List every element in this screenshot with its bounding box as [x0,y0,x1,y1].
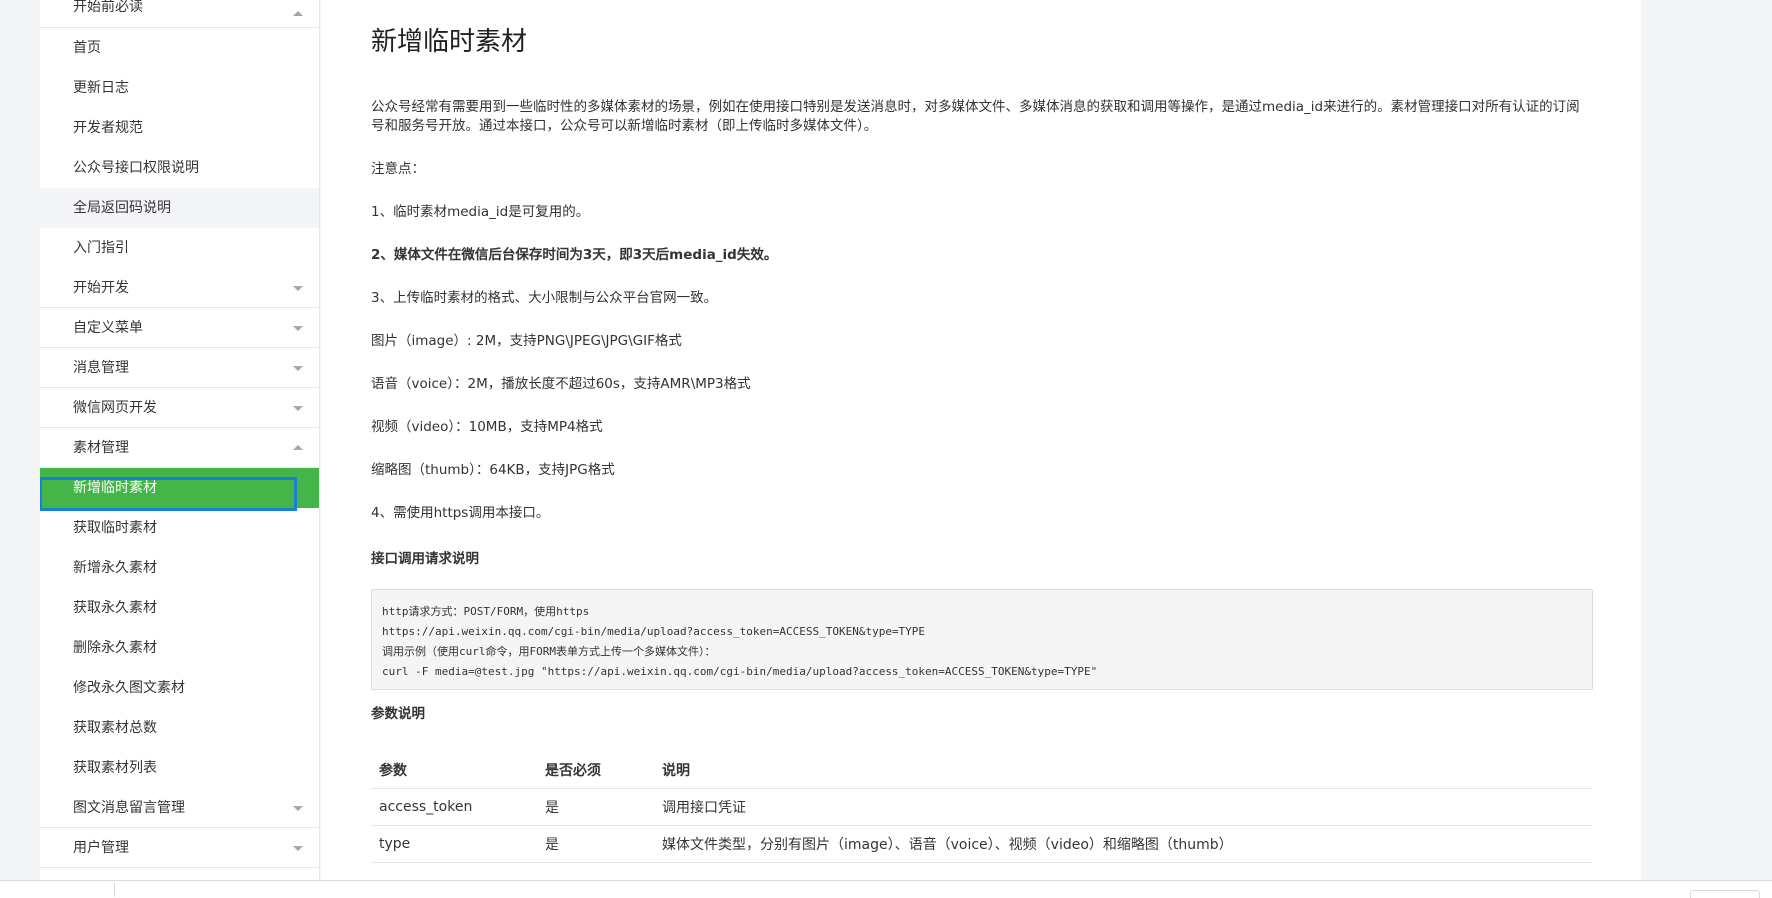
page-title: 新增临时素材 [371,27,528,57]
table-header-row: 参数 是否必须 说明 [371,752,1593,789]
chevron-down-icon [293,405,303,411]
chevron-down-icon [293,285,303,291]
chevron-down-icon [293,805,303,811]
sidebar-item-label: 删除永久素材 [73,640,157,656]
note-3: 3、上传临时素材的格式、大小限制与公众平台官网一致。 [371,290,718,306]
sidebar-item-label: 微信网页开发 [73,400,157,416]
note-1: 1、临时素材media_id是可复用的。 [371,204,590,220]
sidebar-group-start-dev[interactable]: 开始开发 [40,268,319,308]
sidebar-nav: 开始前必读 首页 更新日志 开发者规范 公众号接口权限说明 全局返回码说明 入门… [40,0,320,880]
sidebar-item-permissions[interactable]: 公众号接口权限说明 [40,148,319,188]
sidebar-item-changelog[interactable]: 更新日志 [40,68,319,108]
table-row: type 是 媒体文件类型，分别有图片（image）、语音（voice）、视频（… [371,825,1593,863]
note-2: 2、媒体文件在微信后台保存时间为3天，即3天后media_id失效。 [371,247,778,263]
sidebar-item-label: 入门指引 [73,240,129,256]
code-line: 调用示例（使用curl命令，用FORM表单方式上传一个多媒体文件）： [382,645,716,658]
code-line: http请求方式：POST/FORM，使用https [382,605,590,618]
sidebar-item-label: 更新日志 [73,80,129,96]
code-line: https://api.weixin.qq.com/cgi-bin/media/… [382,625,926,638]
format-video: 视频（video）：10MB，支持MP4格式 [371,419,603,435]
bottom-bar-button[interactable] [1690,890,1760,898]
sidebar-item-label: 获取素材总数 [73,720,157,736]
format-thumb: 缩略图（thumb）：64KB，支持JPG格式 [371,462,615,478]
sidebar-item-media-list[interactable]: 获取素材列表 [40,748,319,788]
sidebar-item-label: 公众号接口权限说明 [73,160,199,176]
sidebar-item-label: 修改永久图文素材 [73,680,185,696]
chevron-up-icon [293,10,303,16]
table-row: access_token 是 调用接口凭证 [371,788,1593,826]
table-cell: 调用接口凭证 [654,788,1593,826]
sidebar-item-label: 开发者规范 [73,120,143,136]
intro-paragraph: 公众号经常有需要用到一些临时性的多媒体素材的场景，例如在使用接口特别是发送消息时… [371,99,1580,134]
sidebar-item-edit-news-media[interactable]: 修改永久图文素材 [40,668,319,708]
chevron-down-icon [293,365,303,371]
sidebar-group-comments[interactable]: 图文消息留言管理 [40,788,319,828]
sidebar-item-add-perm-media[interactable]: 新增永久素材 [40,548,319,588]
params-table: 参数 是否必须 说明 access_token 是 调用接口凭证 type 是 … [371,752,1593,863]
table-cell: 媒体文件类型，分别有图片（image）、语音（voice）、视频（video）和… [654,825,1593,863]
table-cell: 是 [537,788,654,826]
sidebar-item-label: 用户管理 [73,840,129,856]
sidebar-group-custom-menu[interactable]: 自定义菜单 [40,308,319,348]
sidebar-item-label: 开始前必读 [73,0,143,15]
sidebar-item-label: 全局返回码说明 [73,200,171,216]
table-header-cell: 参数 [371,752,537,789]
sidebar-item-get-perm-media[interactable]: 获取永久素材 [40,588,319,628]
bottom-bar-divider [114,883,115,897]
sidebar-item-label: 消息管理 [73,360,129,376]
table-header-cell: 是否必须 [537,752,654,789]
sidebar-item-label: 新增永久素材 [73,560,157,576]
sidebar-item-label: 获取永久素材 [73,600,157,616]
sidebar-group-web-dev[interactable]: 微信网页开发 [40,388,319,428]
sidebar-group-message[interactable]: 消息管理 [40,348,319,388]
chevron-down-icon [293,325,303,331]
sidebar-item-delete-perm-media[interactable]: 删除永久素材 [40,628,319,668]
sidebar-item-add-temp-media[interactable]: 新增临时素材 [40,468,319,511]
table-header-cell: 说明 [654,752,1593,789]
sidebar-item-label: 自定义菜单 [73,320,143,336]
chevron-down-icon [293,845,303,851]
sidebar-item-media-count[interactable]: 获取素材总数 [40,708,319,748]
sidebar-item-label: 新增临时素材 [73,480,157,496]
table-cell: type [371,825,537,863]
table-cell: 是 [537,825,654,863]
request-code-block: http请求方式：POST/FORM，使用https https://api.w… [371,589,1593,690]
sidebar-item-label: 图文消息留言管理 [73,800,185,816]
sidebar-group-media[interactable]: 素材管理 [40,428,319,468]
chevron-up-icon [293,444,303,450]
doc-content: 新增临时素材 公众号经常有需要用到一些临时性的多媒体素材的场景，例如在使用接口特… [321,0,1641,880]
request-section-title: 接口调用请求说明 [371,551,479,567]
format-image: 图片（image）: 2M，支持PNG\JPEG\JPG\GIF格式 [371,333,682,349]
page-frame: 开始前必读 首页 更新日志 开发者规范 公众号接口权限说明 全局返回码说明 入门… [0,0,1772,898]
bottom-bar [0,880,1772,898]
code-line: curl -F media=@test.jpg "https://api.wei… [382,665,1098,678]
sidebar-item-dev-guidelines[interactable]: 开发者规范 [40,108,319,148]
sidebar-group-users[interactable]: 用户管理 [40,828,319,868]
sidebar-item-error-codes[interactable]: 全局返回码说明 [40,188,319,228]
params-section-title: 参数说明 [371,706,425,722]
sidebar-group-before-start[interactable]: 开始前必读 [40,0,319,28]
sidebar-item-home[interactable]: 首页 [40,28,319,68]
note-4: 4、需使用https调用本接口。 [371,505,550,521]
sidebar-item-get-temp-media[interactable]: 获取临时素材 [40,508,319,548]
sidebar-item-label: 获取素材列表 [73,760,157,776]
sidebar-item-label: 素材管理 [73,440,129,456]
sidebar-item-label: 首页 [73,40,101,56]
sidebar-item-label: 获取临时素材 [73,520,157,536]
notice-title: 注意点： [371,161,425,177]
sidebar-item-getting-started[interactable]: 入门指引 [40,228,319,268]
sidebar-item-label: 开始开发 [73,280,129,296]
table-cell: access_token [371,788,537,826]
format-voice: 语音（voice）：2M，播放长度不超过60s，支持AMR\MP3格式 [371,376,751,392]
